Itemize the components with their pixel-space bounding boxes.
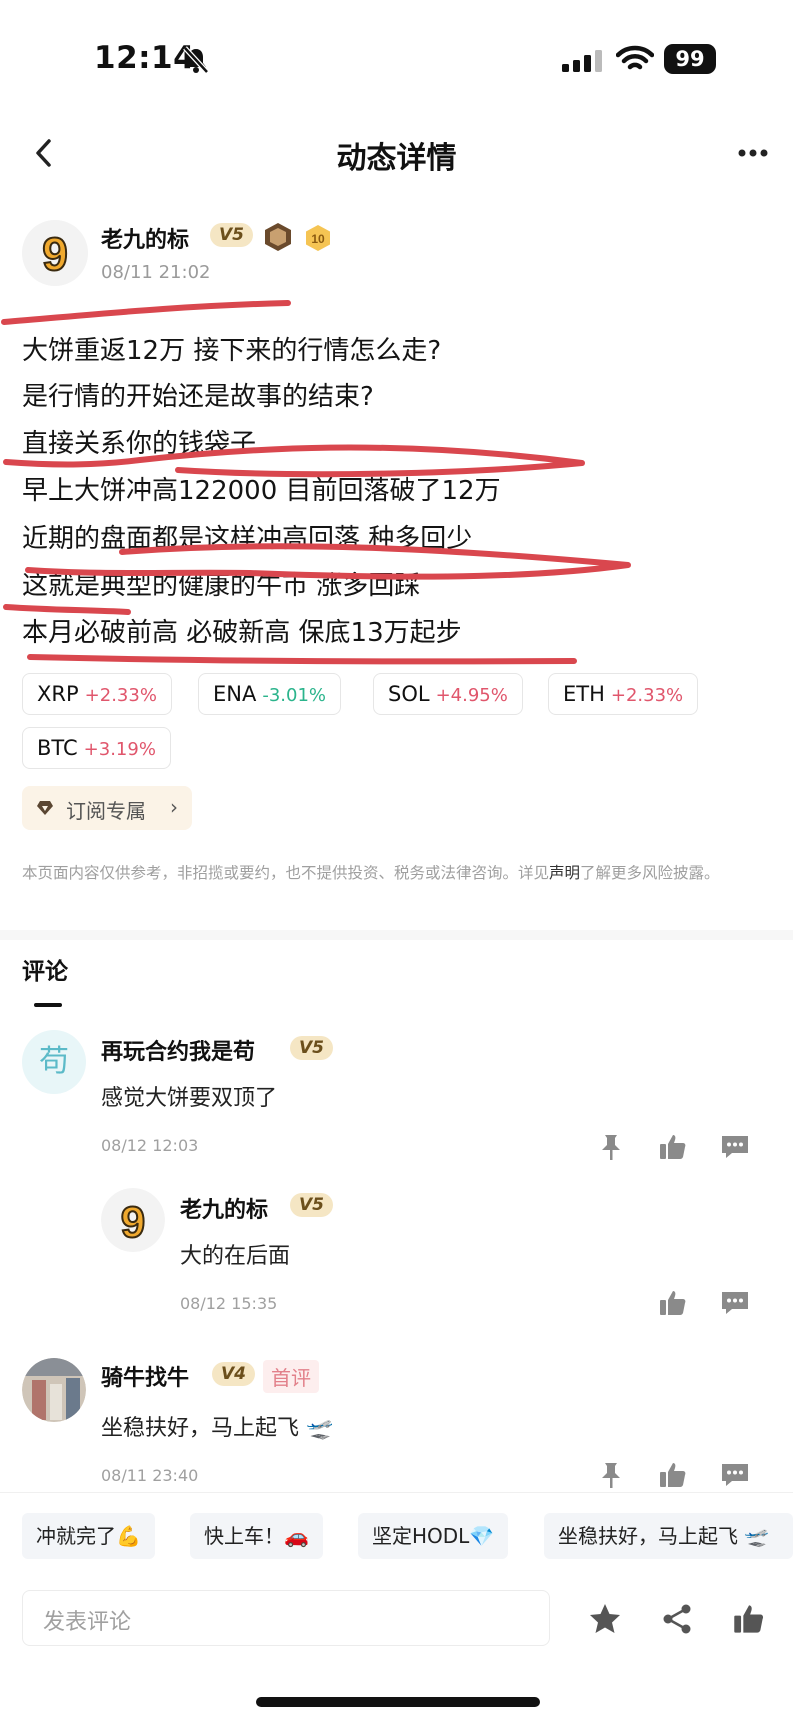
reply-text: 大的在后面 xyxy=(180,1244,291,1269)
ticker-symbol: SOL xyxy=(388,682,430,706)
author-avatar[interactable]: 9 xyxy=(22,220,88,286)
section-divider xyxy=(0,930,793,940)
risk-disclaimer: 本页面内容仅供参考，非招揽或要约，也不提供投资、税务或法律咨询。详见声明了解更多… xyxy=(22,862,772,884)
post-text-line: 这就是典型的健康的牛市 涨多回踩 xyxy=(22,571,421,601)
ticker-change: +2.33% xyxy=(610,685,684,706)
commenter-level-badge: V5 xyxy=(290,1036,333,1060)
comments-tab-indicator xyxy=(34,1003,62,1007)
star-favorite-icon[interactable] xyxy=(588,1602,622,1636)
post-timestamp: 08/11 21:02 xyxy=(101,262,211,283)
comment-text: 感觉大饼要双顶了 xyxy=(101,1086,278,1111)
reply-comment-icon[interactable] xyxy=(720,1288,750,1318)
wifi-icon xyxy=(616,45,654,70)
comments-tab[interactable]: 评论 xyxy=(22,952,68,986)
commenter-avatar[interactable] xyxy=(22,1358,86,1422)
comment-input[interactable]: 发表评论 xyxy=(22,1590,550,1646)
ticker-chip-sol[interactable]: SOL +4.95% xyxy=(373,673,523,715)
post-text-line: 早上大饼冲高122000 目前回落破了12万 xyxy=(22,476,501,506)
post-text-line: 直接关系你的钱袋子 xyxy=(22,429,257,459)
svg-text:10: 10 xyxy=(311,232,325,246)
quick-reply-chip[interactable]: 坚定HODL💎 xyxy=(358,1513,509,1559)
ticker-symbol: ENA xyxy=(213,682,257,706)
svg-text:9: 9 xyxy=(42,228,68,280)
pin-icon[interactable] xyxy=(596,1132,626,1162)
comment-timestamp: 08/11 23:40 xyxy=(101,1466,199,1485)
page-title: 动态详情 xyxy=(336,141,457,176)
subscribe-label: 订阅专属 xyxy=(66,799,146,823)
quick-reply-chip[interactable]: 冲就完了💪 xyxy=(22,1513,155,1559)
author-level-badge: V5 xyxy=(210,223,253,247)
comment-timestamp: 08/12 12:03 xyxy=(101,1136,199,1155)
quick-reply-chip[interactable]: 快上车！🚗 xyxy=(190,1513,323,1559)
chevron-right-icon: › xyxy=(170,795,178,819)
reply-author-name[interactable]: 老九的标 xyxy=(180,1192,268,1224)
home-indicator[interactable] xyxy=(256,1697,540,1707)
subscribe-exclusive-button[interactable]: 订阅专属 › xyxy=(22,786,192,830)
level-ten-badge: 10 xyxy=(306,225,330,251)
ticker-symbol: ETH xyxy=(563,682,605,706)
reply-timestamp: 08/12 15:35 xyxy=(180,1294,278,1313)
reply-comment-icon[interactable] xyxy=(720,1460,750,1490)
battery-indicator: 99 xyxy=(664,44,716,74)
reply-level-badge: V5 xyxy=(290,1193,333,1217)
commenter-name[interactable]: 骑牛找牛 xyxy=(101,1360,189,1392)
commenter-level-badge: V4 xyxy=(212,1362,255,1386)
post-text-line: 大饼重返12万 接下来的行情怎么走? xyxy=(22,336,442,366)
ticker-chip-btc[interactable]: BTC +3.19% xyxy=(22,727,171,769)
thumbs-up-icon[interactable] xyxy=(658,1288,688,1318)
ticker-symbol: BTC xyxy=(37,736,78,760)
post-text-line: 本月必破前高 必破新高 保底13万起步 xyxy=(22,618,462,648)
ticker-chip-xrp[interactable]: XRP +2.33% xyxy=(22,673,172,715)
commenter-avatar[interactable]: 苟 xyxy=(22,1030,86,1094)
ticker-change: +2.33% xyxy=(84,685,157,706)
commenter-name[interactable]: 再玩合约我是苟 xyxy=(101,1034,255,1066)
status-time: 12:14 xyxy=(94,40,196,76)
disclaimer-text-end: 了解更多风险披露。 xyxy=(580,864,720,882)
reply-comment-icon[interactable] xyxy=(720,1132,750,1162)
first-comment-tag: 首评 xyxy=(263,1360,319,1393)
status-bar: 12:14 99 xyxy=(0,0,793,115)
post-text-line: 是行情的开始还是故事的结束? xyxy=(22,382,374,412)
reply-author-avatar[interactable]: 9 xyxy=(101,1188,165,1252)
more-options-icon[interactable] xyxy=(738,148,768,158)
author-name[interactable]: 老九的标 xyxy=(101,222,189,254)
disclaimer-text: 本页面内容仅供参考，非招揽或要约，也不提供投资、税务或法律咨询。详见 xyxy=(22,864,550,882)
ticker-change: -3.01% xyxy=(262,685,327,706)
comment-text: 坐稳扶好，马上起飞 🛫 xyxy=(101,1416,334,1441)
signal-icon xyxy=(562,50,602,72)
ticker-chip-ena[interactable]: ENA -3.01% xyxy=(198,673,342,715)
ticker-change: +3.19% xyxy=(83,739,156,760)
thumbs-up-icon[interactable] xyxy=(658,1132,688,1162)
quick-reply-chip[interactable]: 坐稳扶好，马上起飞 🛫 xyxy=(544,1513,793,1559)
ticker-symbol: XRP xyxy=(37,682,79,706)
pin-icon[interactable] xyxy=(596,1460,626,1490)
medal-badge-icon xyxy=(265,223,291,251)
nav-header: 动态详情 xyxy=(0,115,793,193)
disclaimer-link[interactable]: 声明 xyxy=(549,864,580,882)
diamond-icon xyxy=(37,801,53,815)
ticker-change: +4.95% xyxy=(435,685,508,706)
post-text-line: 近期的盘面都是这样冲高回落 种多回少 xyxy=(22,524,473,554)
quick-reply-bar: 冲就完了💪 快上车！🚗 坚定HODL💎 坐稳扶好，马上起飞 🛫 xyxy=(0,1492,793,1568)
share-icon[interactable] xyxy=(660,1602,694,1636)
bell-muted-icon xyxy=(183,46,209,74)
ticker-chip-eth[interactable]: ETH +2.33% xyxy=(548,673,699,715)
thumbs-up-icon[interactable] xyxy=(658,1460,688,1490)
svg-text:9: 9 xyxy=(121,1198,145,1247)
thumbs-up-icon[interactable] xyxy=(732,1602,766,1636)
